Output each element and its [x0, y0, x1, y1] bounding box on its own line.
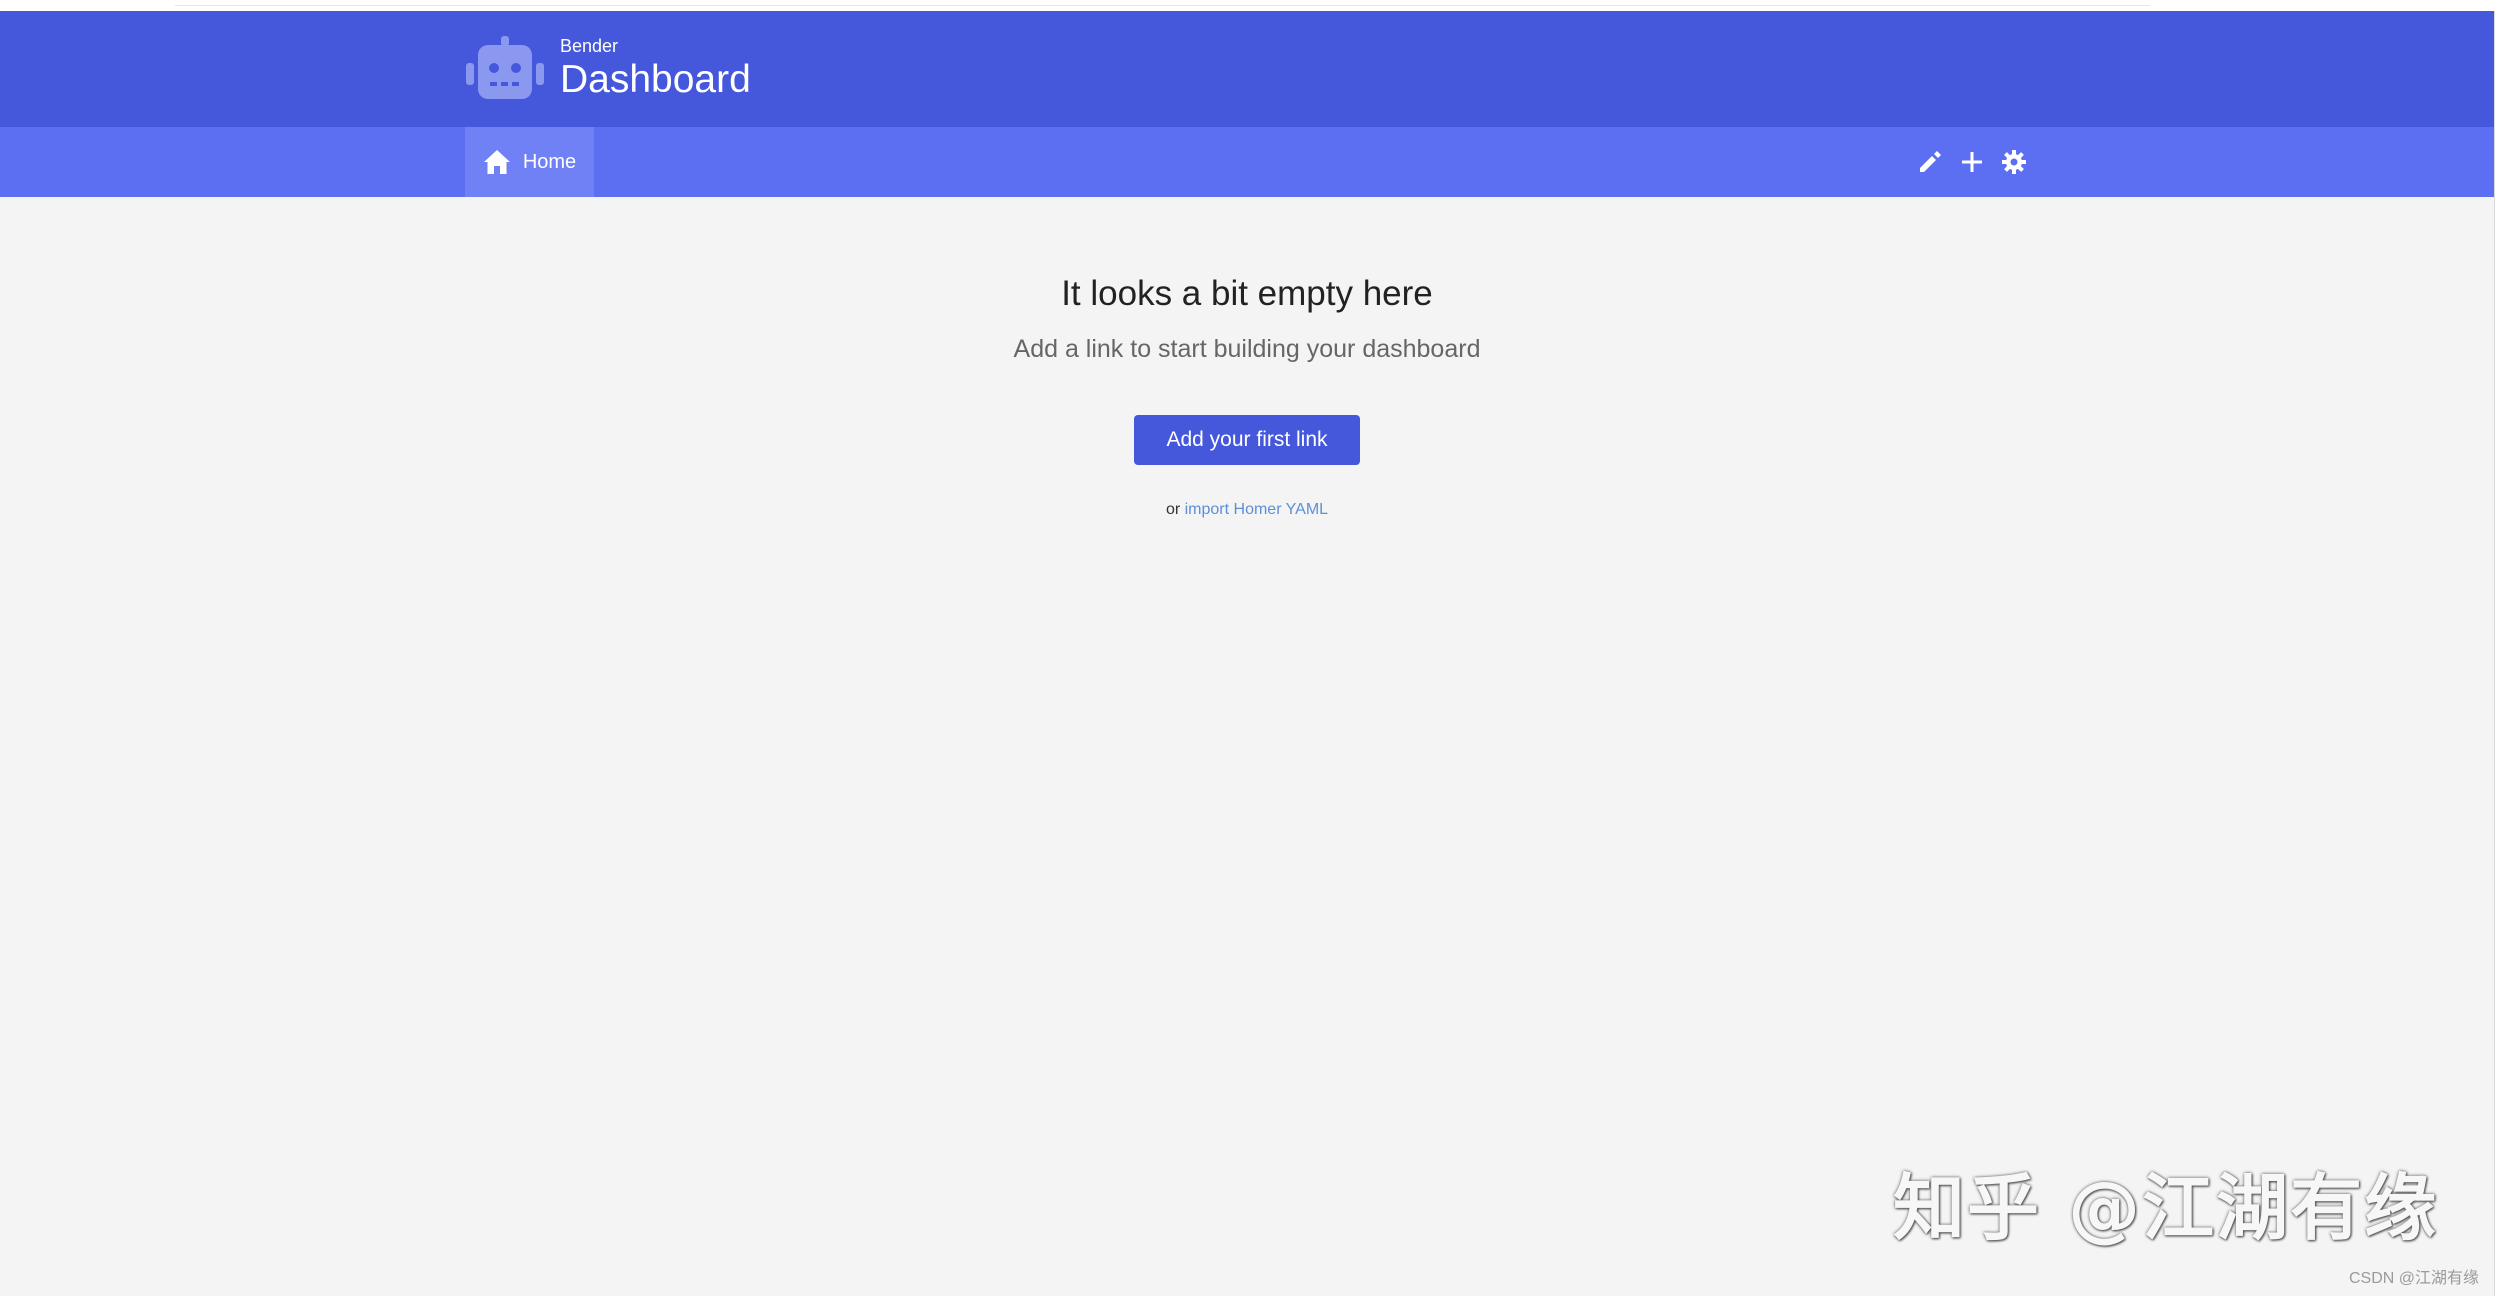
watermark-footnote: CSDN @江湖有缘	[2348, 1270, 2479, 1287]
top-divider	[175, 5, 2150, 6]
button-wrap: Add your first link	[0, 415, 2494, 465]
empty-state: It looks a bit empty here Add a link to …	[0, 273, 2494, 519]
add-button[interactable]	[1958, 148, 1986, 176]
settings-button[interactable]	[2000, 148, 2028, 176]
top-strip	[0, 0, 2497, 11]
edit-button[interactable]	[1916, 148, 1944, 176]
import-line: or import Homer YAML	[0, 501, 2494, 519]
watermark: 知乎 @江湖有缘	[1893, 1166, 2439, 1250]
empty-title: It looks a bit empty here	[1061, 274, 1433, 313]
brand[interactable]: Bender Dashboard	[466, 35, 751, 102]
brand-subtitle: Bender	[560, 36, 619, 56]
brand-text: Bender Dashboard	[560, 35, 751, 102]
gear-icon	[2002, 150, 2026, 174]
header: Bender Dashboard	[0, 11, 2494, 127]
import-homer-yaml-link[interactable]: import Homer YAML	[1185, 501, 1328, 518]
nav-home-tab[interactable]: Home	[465, 127, 594, 197]
navbar: Home	[0, 127, 2494, 197]
plus-icon	[1962, 152, 1982, 172]
nav-home-label: Home	[522, 150, 577, 173]
nav-actions	[1916, 148, 2028, 176]
add-first-link-button[interactable]: Add your first link	[1134, 415, 1360, 465]
home-icon	[483, 150, 510, 174]
app: Bender Dashboard Home It looks a bit emp…	[0, 11, 2494, 1296]
brand-title: Dashboard	[560, 58, 751, 101]
empty-subtitle: Add a link to start building your dashbo…	[1013, 335, 1481, 363]
robot-icon	[466, 35, 544, 102]
edit-icon	[1920, 151, 1941, 172]
import-prefix: or	[1165, 501, 1185, 518]
